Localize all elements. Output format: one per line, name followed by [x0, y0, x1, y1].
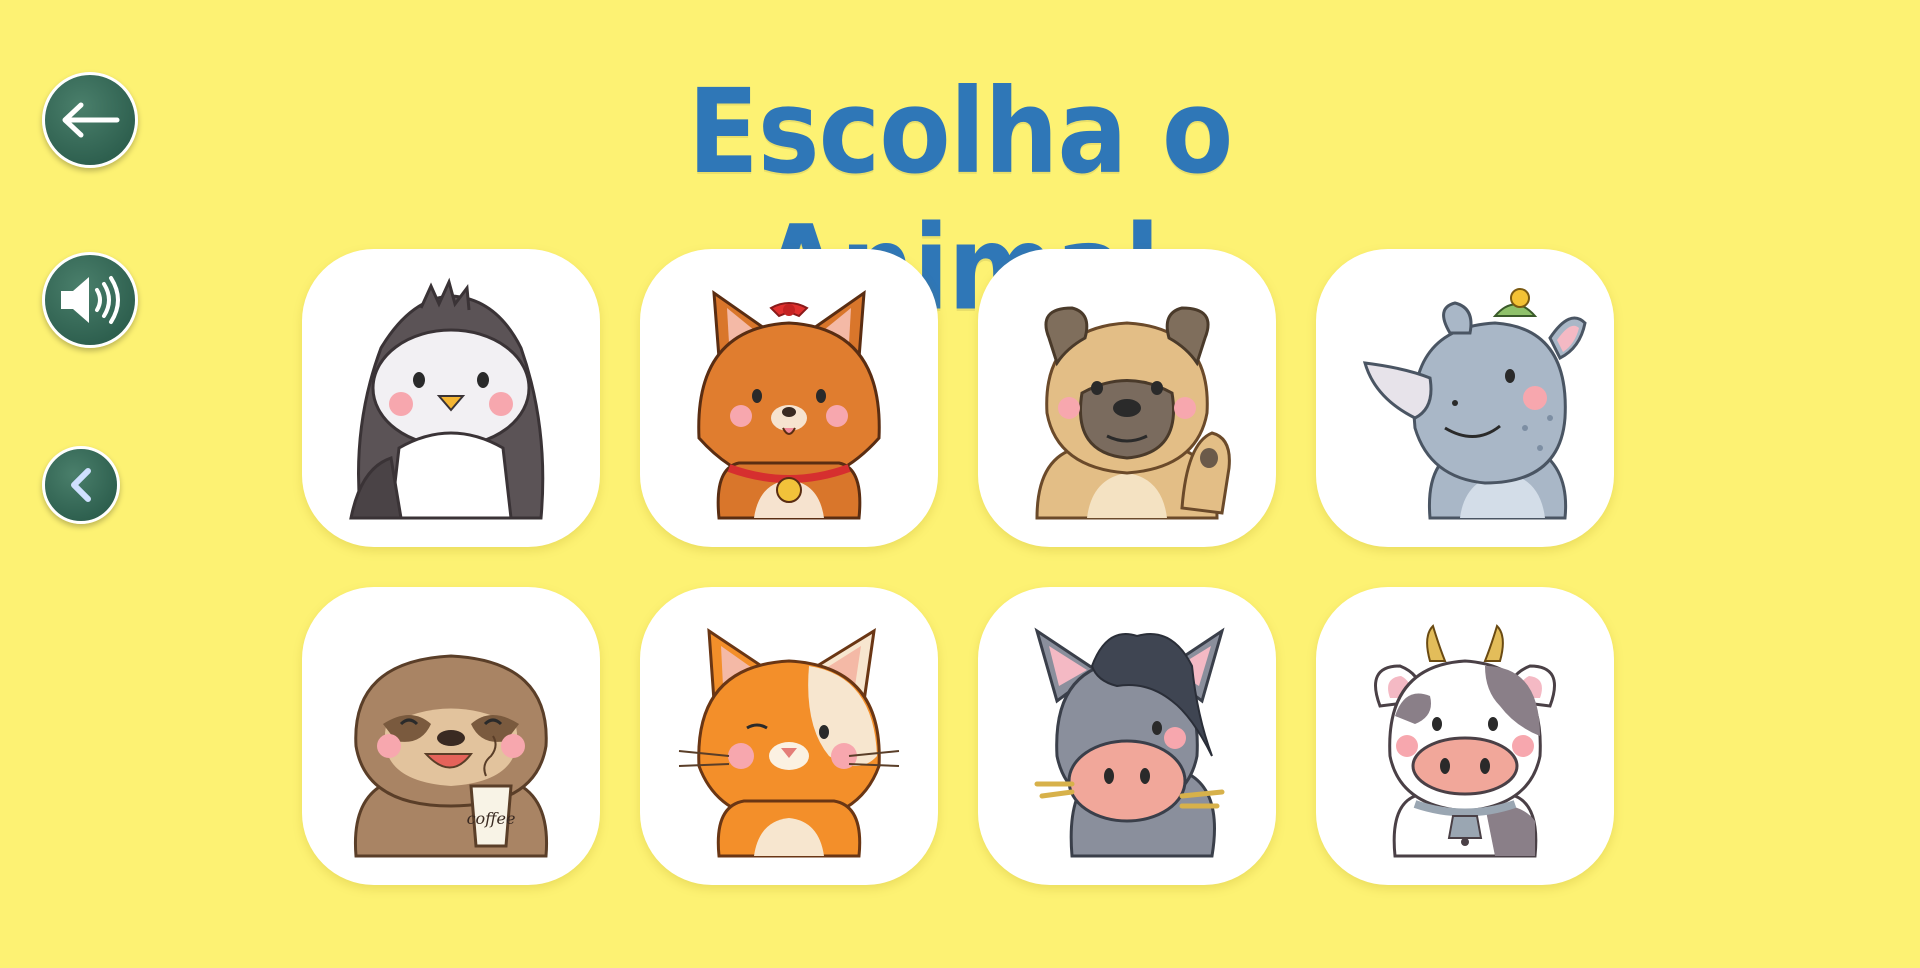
animal-card-rhino[interactable]	[1316, 249, 1614, 547]
animal-card-donkey[interactable]	[978, 587, 1276, 885]
cat-icon	[678, 628, 900, 858]
animal-grid: coffee	[302, 249, 1614, 885]
animal-card-cat[interactable]	[640, 587, 938, 885]
cup-text: coffee	[467, 809, 516, 828]
animal-card-penguin[interactable]	[302, 249, 600, 547]
back-button[interactable]	[42, 72, 138, 168]
speaker-icon	[61, 276, 120, 324]
sloth-icon: coffee	[353, 654, 549, 858]
animal-card-sloth[interactable]: coffee	[302, 587, 600, 885]
cow-icon	[1374, 624, 1556, 858]
animal-card-fox[interactable]	[640, 249, 938, 547]
animal-card-pug[interactable]	[978, 249, 1276, 547]
penguin-icon	[349, 277, 545, 520]
animal-card-cow[interactable]	[1316, 587, 1614, 885]
donkey-icon	[1034, 627, 1225, 858]
fox-icon	[697, 289, 881, 520]
chevron-left-icon	[71, 468, 91, 502]
sound-button[interactable]	[42, 252, 138, 348]
arrow-left-icon	[62, 102, 120, 138]
rhino-icon	[1362, 288, 1587, 520]
previous-button[interactable]	[42, 446, 120, 524]
pug-icon	[1035, 306, 1231, 520]
